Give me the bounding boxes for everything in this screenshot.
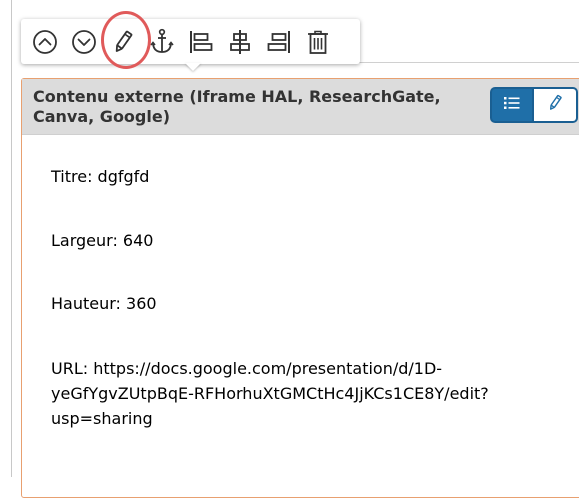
delete-button[interactable]	[303, 27, 333, 57]
chevron-down-circle-icon	[71, 29, 97, 55]
chevron-up-circle-icon	[32, 29, 58, 55]
align-right-button[interactable]	[264, 27, 294, 57]
align-center-icon	[227, 29, 253, 55]
toolbar-pointer	[185, 63, 201, 71]
align-left-icon	[188, 29, 214, 55]
left-edge-border	[11, 0, 12, 477]
move-up-button[interactable]	[30, 27, 60, 57]
edit-button[interactable]	[108, 27, 138, 57]
field-height: Hauteur: 360	[51, 294, 157, 313]
move-down-button[interactable]	[69, 27, 99, 57]
align-center-button[interactable]	[225, 27, 255, 57]
edit-block-button[interactable]	[534, 87, 578, 123]
align-right-icon	[266, 29, 292, 55]
top-divider	[350, 62, 579, 63]
external-content-block[interactable]: Contenu externe (Iframe HAL, ResearchGat…	[21, 78, 579, 498]
pencil-icon	[547, 94, 563, 116]
align-left-button[interactable]	[186, 27, 216, 57]
list-view-button[interactable]	[490, 87, 534, 123]
pencil-icon	[112, 29, 134, 55]
field-width: Largeur: 640	[51, 231, 154, 250]
field-title: Titre: dgfgfd	[51, 167, 150, 186]
anchor-icon	[149, 28, 175, 56]
anchor-button[interactable]	[147, 27, 177, 57]
block-toolbar	[21, 19, 360, 64]
block-header: Contenu externe (Iframe HAL, ResearchGat…	[22, 79, 579, 135]
trash-icon	[306, 29, 330, 55]
block-header-actions	[490, 87, 578, 123]
field-url: URL: https://docs.google.com/presentatio…	[51, 359, 489, 428]
block-title: Contenu externe (Iframe HAL, ResearchGat…	[33, 87, 441, 126]
list-icon	[503, 95, 521, 115]
